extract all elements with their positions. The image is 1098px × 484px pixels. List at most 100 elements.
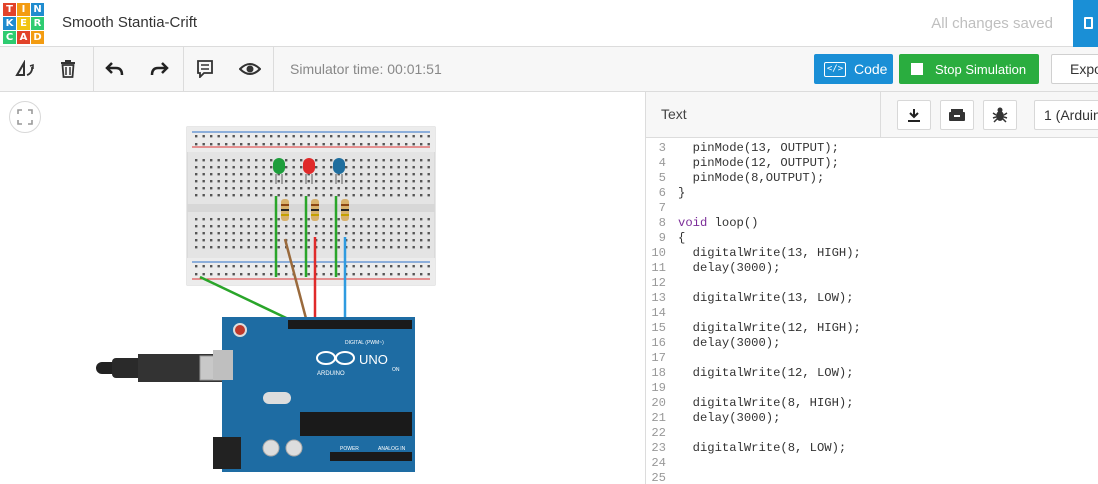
panel-button[interactable]	[1073, 0, 1098, 47]
header-separator	[880, 92, 881, 138]
arduino-uno-board[interactable]: ARDUINO UNO ON DIGITAL (PWM~) POWER ANAL…	[213, 317, 415, 472]
line-number: 21	[651, 411, 666, 425]
top-bar: T I N K E R C A D Smooth Stantia-Crift A…	[0, 0, 1098, 47]
circuit-canvas[interactable]: ARDUINO UNO ON DIGITAL (PWM~) POWER ANAL…	[0, 92, 645, 484]
line-number: 23	[651, 441, 666, 455]
delete-button[interactable]	[53, 55, 83, 83]
delete-icon	[61, 60, 75, 78]
code-line: 9{	[646, 231, 1098, 246]
line-number: 17	[651, 351, 666, 365]
arduino-brand: ARDUINO	[317, 371, 345, 377]
export-button[interactable]: Expo	[1051, 54, 1098, 84]
download-icon	[908, 109, 920, 122]
line-number: 22	[651, 426, 666, 440]
line-number: 3	[658, 141, 666, 155]
code-line: 14	[646, 306, 1098, 321]
component-library-icon	[949, 109, 965, 121]
line-number: 18	[651, 366, 666, 380]
logo-letter: I	[17, 3, 30, 16]
line-number: 15	[651, 321, 666, 335]
code-line: 24	[646, 456, 1098, 471]
rotate-icon	[15, 60, 34, 76]
code-line: 15 digitalWrite(12, HIGH);	[646, 321, 1098, 336]
logo-letter: A	[17, 31, 30, 44]
line-number: 4	[658, 156, 666, 170]
line-text: digitalWrite(12, LOW);	[678, 366, 854, 380]
code-editor[interactable]: 3 pinMode(13, OUTPUT); 4 pinMode(12, OUT…	[646, 138, 1098, 484]
line-number: 19	[651, 381, 666, 395]
code-line: 10 digitalWrite(13, HIGH);	[646, 246, 1098, 261]
code-line: 3 pinMode(13, OUTPUT);	[646, 141, 1098, 156]
code-line: 25	[646, 471, 1098, 484]
logo-letter: T	[3, 3, 16, 16]
logo-letter: C	[3, 31, 16, 44]
code-line: 22	[646, 426, 1098, 441]
device-select[interactable]: 1 (Arduino	[1034, 100, 1098, 130]
line-number: 24	[651, 456, 666, 470]
code-panel-header: Text 1 (Arduino	[646, 92, 1098, 138]
line-text: pinMode(13, OUTPUT);	[678, 141, 839, 155]
line-text: digitalWrite(12, HIGH);	[678, 321, 861, 335]
debugger-bug-icon	[992, 107, 1008, 123]
download-code-button[interactable]	[897, 100, 931, 130]
code-line: 20 digitalWrite(8, HIGH);	[646, 396, 1098, 411]
redo-button[interactable]	[144, 55, 174, 83]
line-text: delay(3000);	[678, 261, 781, 275]
line-number: 12	[651, 276, 666, 290]
undo-button[interactable]	[100, 55, 130, 83]
line-number: 13	[651, 291, 666, 305]
rotate-button[interactable]	[10, 55, 40, 83]
visibility-button[interactable]	[235, 55, 265, 83]
debugger-button[interactable]	[983, 100, 1017, 130]
line-text: digitalWrite(8, HIGH);	[678, 396, 854, 410]
line-number: 14	[651, 306, 666, 320]
logo-letter: N	[31, 3, 44, 16]
line-text: digitalWrite(13, LOW);	[678, 291, 854, 305]
tinkercad-logo[interactable]: T I N K E R C A D	[3, 3, 44, 44]
line-text: digitalWrite(13, HIGH);	[678, 246, 861, 260]
arduino-digital-label: DIGITAL (PWM~)	[345, 340, 384, 346]
code-line: 23 digitalWrite(8, LOW);	[646, 441, 1098, 456]
panel-icon	[1084, 17, 1093, 29]
code-line: 6}	[646, 186, 1098, 201]
undo-icon	[105, 62, 124, 76]
project-name[interactable]: Smooth Stantia-Crift	[62, 14, 197, 31]
code-line: 16 delay(3000);	[646, 336, 1098, 351]
toolbar-separator	[183, 47, 184, 92]
line-text: digitalWrite(8, LOW);	[678, 441, 847, 455]
code-line: 5 pinMode(8,OUTPUT);	[646, 171, 1098, 186]
code-line: 8 void loop()	[646, 216, 1098, 231]
redo-icon	[150, 62, 169, 76]
line-number: 6	[658, 186, 666, 200]
visibility-icon	[239, 63, 261, 75]
usb-cable	[96, 354, 230, 382]
line-keyword: void	[678, 216, 708, 230]
line-number: 10	[651, 246, 666, 260]
code-mode-select[interactable]: Text	[661, 106, 687, 122]
code-line: 19	[646, 381, 1098, 396]
code-panel: Text 1 (Arduino 3 pinMode(13, OUTPUT); 4…	[645, 92, 1098, 484]
line-text: delay(3000);	[678, 411, 781, 425]
toolbar: Simulator time: 00:01:51 </> Code Stop S…	[0, 47, 1098, 92]
notes-button[interactable]	[190, 55, 220, 83]
line-number: 5	[658, 171, 666, 185]
arduino-on-label: ON	[392, 367, 400, 373]
notes-icon	[197, 60, 213, 78]
logo-letter: K	[3, 17, 16, 30]
simulator-time: Simulator time: 00:01:51	[290, 61, 442, 77]
arduino-model: UNO	[359, 352, 388, 367]
code-button[interactable]: </> Code	[814, 54, 893, 84]
code-line: 11 delay(3000);	[646, 261, 1098, 276]
stop-icon	[911, 63, 923, 75]
code-line: 18 digitalWrite(12, LOW);	[646, 366, 1098, 381]
component-library-button[interactable]	[940, 100, 974, 130]
logo-letter: D	[31, 31, 44, 44]
toolbar-separator	[93, 47, 94, 92]
line-text: pinMode(12, OUTPUT);	[678, 156, 839, 170]
stop-simulation-button[interactable]: Stop Simulation	[899, 54, 1039, 84]
logo-letter: R	[31, 17, 44, 30]
line-text: delay(3000);	[678, 336, 781, 350]
line-number: 20	[651, 396, 666, 410]
line-number: 9	[658, 231, 666, 245]
line-text: {	[678, 231, 686, 245]
